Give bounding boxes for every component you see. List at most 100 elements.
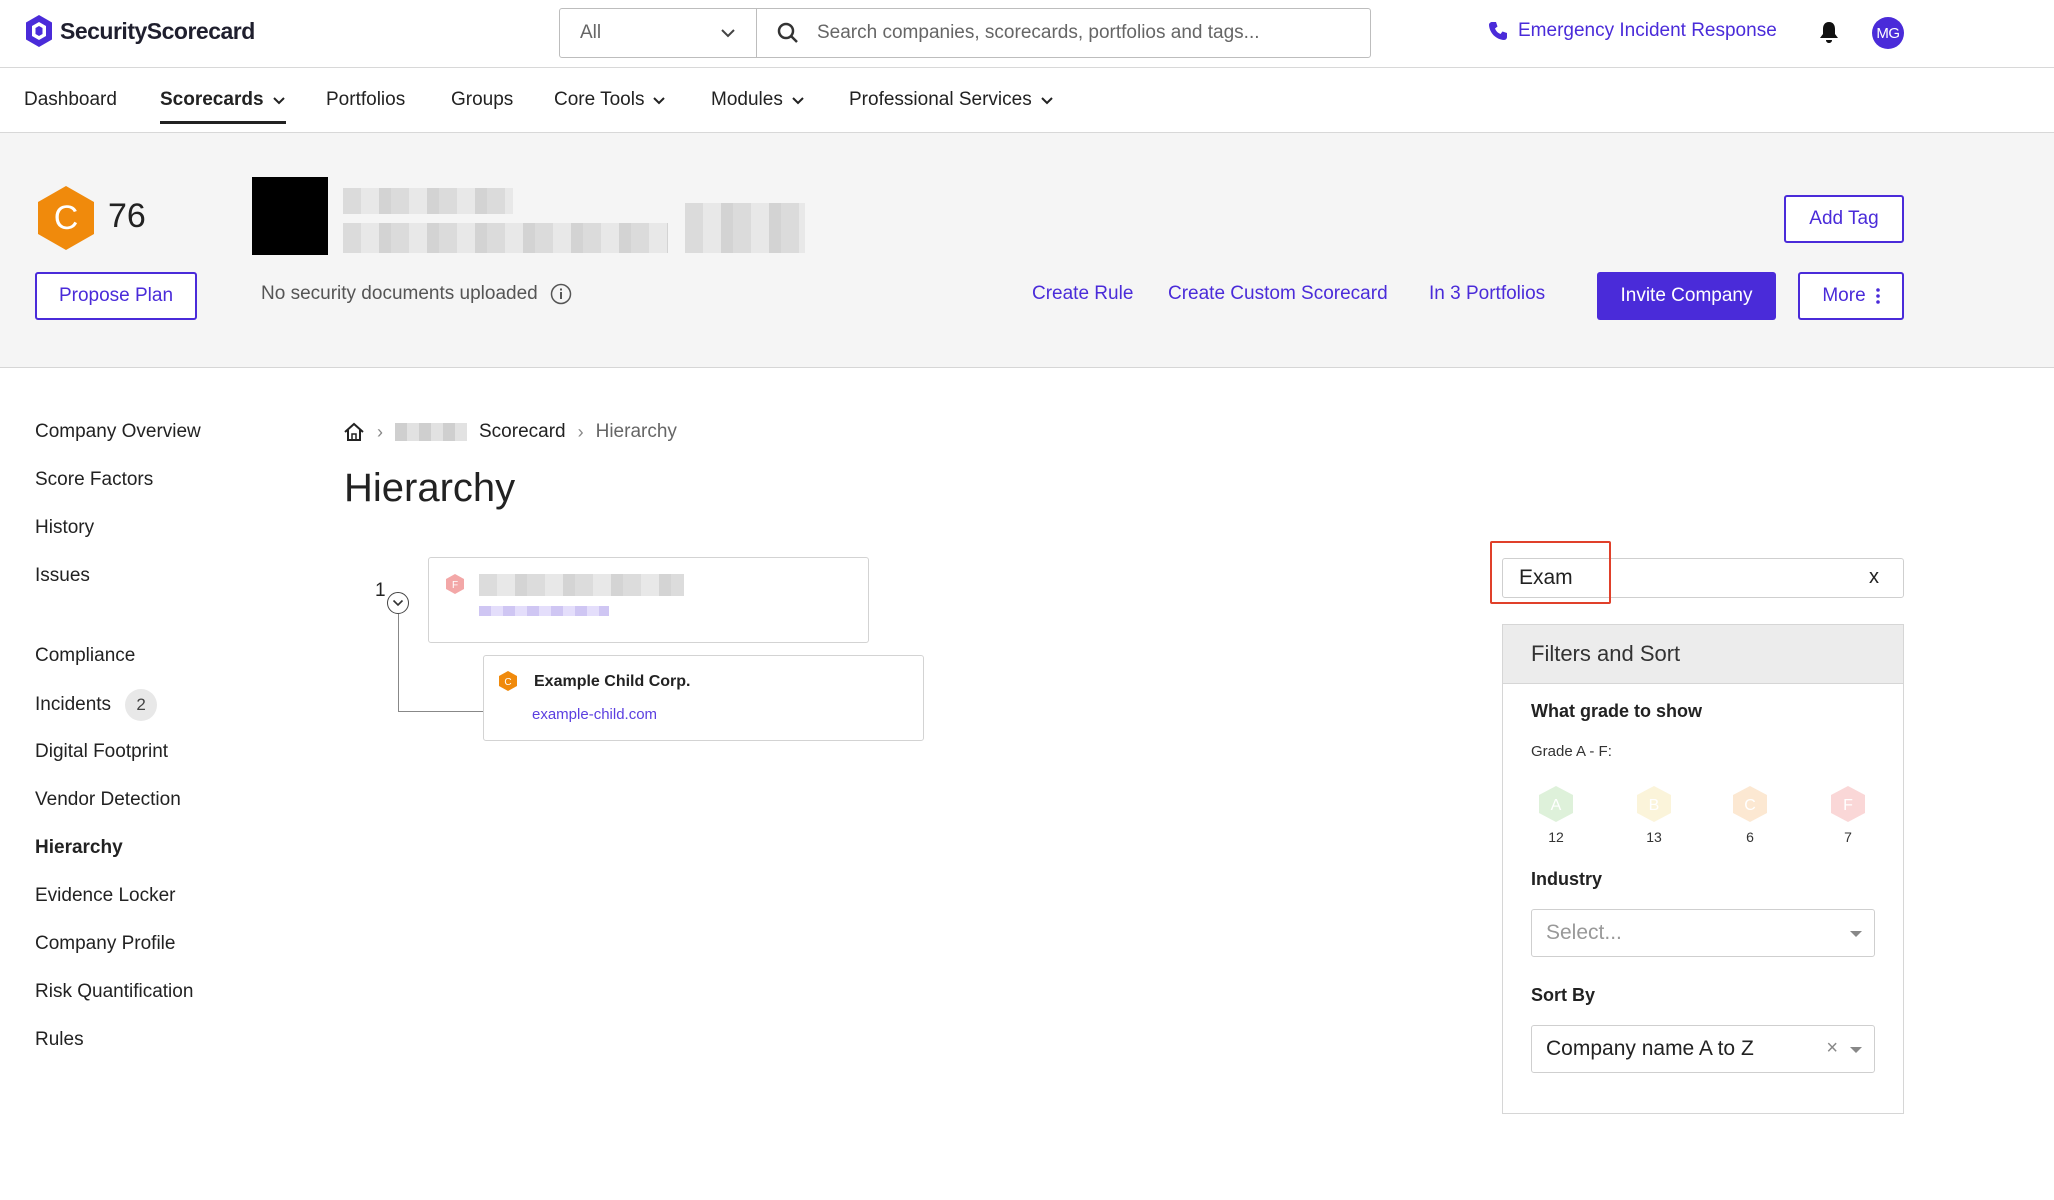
search-scope-select[interactable]: All — [560, 9, 757, 57]
sidebar-item-compliance[interactable]: Compliance — [35, 645, 135, 667]
create-custom-scorecard-link[interactable]: Create Custom Scorecard — [1168, 283, 1388, 305]
sidebar-item-vendor-detection[interactable]: Vendor Detection — [35, 789, 181, 811]
breadcrumb-current: Hierarchy — [595, 421, 677, 442]
main-nav: Dashboard Scorecards Portfolios Groups C… — [0, 68, 2054, 133]
industry-select[interactable]: Select... — [1531, 909, 1875, 957]
grade-hexagon-icon: C — [38, 186, 94, 250]
emergency-label: Emergency Incident Response — [1518, 20, 1777, 41]
sidebar-item-label: Issues — [35, 565, 90, 586]
child-company-domain[interactable]: example-child.com — [532, 706, 657, 723]
sidebar-item-label: Risk Quantification — [35, 981, 194, 1002]
nav-dashboard[interactable]: Dashboard — [24, 89, 117, 111]
logo[interactable]: SecurityScorecard — [24, 14, 255, 48]
tree-collapse-toggle[interactable] — [387, 592, 409, 614]
sort-by-select[interactable]: Company name A to Z × — [1531, 1025, 1875, 1073]
company-logo — [252, 177, 328, 255]
nav-core-tools[interactable]: Core Tools — [554, 89, 666, 111]
search-input[interactable] — [817, 22, 1337, 44]
sidebar-item-label: Company Overview — [35, 421, 201, 442]
more-button[interactable]: More — [1798, 272, 1904, 320]
company-domain-redacted — [343, 223, 668, 253]
grade-c-hexagon-icon: C — [499, 671, 517, 691]
grade-letter: B — [1649, 797, 1660, 814]
info-icon[interactable] — [550, 283, 572, 305]
nav-label: Core Tools — [554, 89, 645, 110]
grade-option-a[interactable]: A 12 — [1533, 785, 1579, 845]
sort-by-label: Sort By — [1531, 985, 1596, 1005]
company-header: C 76 Propose Plan No security documents … — [0, 133, 2054, 368]
nav-modules[interactable]: Modules — [711, 89, 805, 111]
sidebar-item-label: Vendor Detection — [35, 789, 181, 810]
home-icon[interactable] — [343, 422, 365, 442]
user-avatar[interactable]: MG — [1872, 17, 1904, 49]
in-portfolios-link[interactable]: In 3 Portfolios — [1429, 283, 1545, 305]
breadcrumb: › Scorecard › Hierarchy — [343, 421, 677, 443]
sidebar-item-score-factors[interactable]: Score Factors — [35, 469, 153, 491]
industry-placeholder: Select... — [1546, 921, 1622, 944]
nav-professional-services[interactable]: Professional Services — [849, 89, 1054, 111]
sidebar-item-incidents[interactable]: Incidents 2 — [35, 689, 158, 721]
sidebar-item-company-profile[interactable]: Company Profile — [35, 933, 175, 955]
chevron-right-icon: › — [577, 421, 584, 442]
breadcrumb-scorecard[interactable]: Scorecard — [479, 421, 566, 443]
invite-company-button[interactable]: Invite Company — [1597, 272, 1776, 320]
clear-sort-icon[interactable]: × — [1826, 1037, 1838, 1060]
nav-portfolios[interactable]: Portfolios — [326, 89, 405, 111]
notifications-button[interactable] — [1818, 20, 1840, 49]
chevron-down-icon — [721, 29, 735, 38]
sidebar-item-label: Evidence Locker — [35, 885, 176, 906]
chevron-down-icon — [392, 599, 404, 607]
grade-count: 6 — [1746, 829, 1754, 845]
breadcrumb-company-redacted[interactable] — [395, 423, 467, 441]
child-company-name[interactable]: Example Child Corp. — [534, 673, 690, 691]
chevron-down-icon — [1040, 96, 1053, 104]
add-tag-button[interactable]: Add Tag — [1784, 195, 1904, 243]
tree-connector-horizontal — [398, 711, 484, 712]
sidebar-item-evidence-locker[interactable]: Evidence Locker — [35, 885, 175, 907]
grade-filter-sub: Grade A - F: — [1531, 743, 1612, 760]
hierarchy-node-child[interactable]: C Example Child Corp. example-child.com — [483, 655, 924, 741]
emergency-incident-response-link[interactable]: Emergency Incident Response — [1488, 20, 1777, 42]
grade-count: 13 — [1646, 829, 1662, 845]
sidebar-item-history[interactable]: History — [35, 517, 94, 539]
filters-panel-title: Filters and Sort — [1503, 625, 1903, 684]
sidebar-item-rules[interactable]: Rules — [35, 1029, 84, 1051]
grade-f-hexagon-icon: F — [446, 574, 464, 594]
kebab-menu-icon — [1875, 288, 1880, 304]
grade-option-f[interactable]: F 7 — [1825, 785, 1871, 845]
sort-by-value: Company name A to Z — [1546, 1037, 1754, 1060]
securityscorecard-logo-icon — [26, 15, 52, 47]
search-scope-value: All — [580, 22, 602, 43]
sidebar-item-issues[interactable]: Issues — [35, 565, 90, 587]
grade-option-b[interactable]: B 13 — [1631, 785, 1677, 845]
industry-label: Industry — [1531, 869, 1603, 889]
global-search: All — [559, 8, 1371, 58]
sidebar-item-label: Company Profile — [35, 933, 176, 954]
company-score: 76 — [108, 197, 146, 235]
grade-option-c[interactable]: C 6 — [1727, 785, 1773, 845]
caret-down-icon — [1850, 931, 1862, 937]
grade-letter: C — [504, 677, 511, 688]
sidebar-item-digital-footprint[interactable]: Digital Footprint — [35, 741, 168, 763]
bell-icon — [1820, 22, 1838, 43]
sidebar-item-company-overview[interactable]: Company Overview — [35, 421, 201, 443]
nav-label: Portfolios — [326, 89, 406, 110]
chevron-down-icon — [792, 96, 804, 104]
hierarchy-node-parent[interactable]: F — [428, 557, 869, 643]
top-bar: SecurityScorecard All Emergency Incident… — [0, 0, 2054, 68]
company-meta-redacted — [685, 203, 805, 253]
sidebar-item-hierarchy[interactable]: Hierarchy — [35, 837, 123, 859]
grade-f-hexagon-icon: F — [1831, 786, 1865, 822]
grade-letter: A — [1551, 797, 1562, 814]
nav-scorecards[interactable]: Scorecards — [160, 89, 286, 124]
nav-groups[interactable]: Groups — [451, 89, 513, 111]
propose-plan-button[interactable]: Propose Plan — [35, 272, 197, 320]
clear-filter-button[interactable]: x — [1869, 566, 1879, 589]
search-icon — [777, 22, 798, 43]
sidebar-item-label: Score Factors — [35, 469, 154, 490]
hierarchy-filter-input[interactable] — [1503, 566, 1843, 590]
create-rule-link[interactable]: Create Rule — [1032, 283, 1133, 305]
filters-and-sort-panel: Filters and Sort What grade to show Grad… — [1502, 624, 1904, 1114]
security-documents-status: No security documents uploaded — [261, 283, 572, 305]
sidebar-item-risk-quantification[interactable]: Risk Quantification — [35, 981, 193, 1003]
